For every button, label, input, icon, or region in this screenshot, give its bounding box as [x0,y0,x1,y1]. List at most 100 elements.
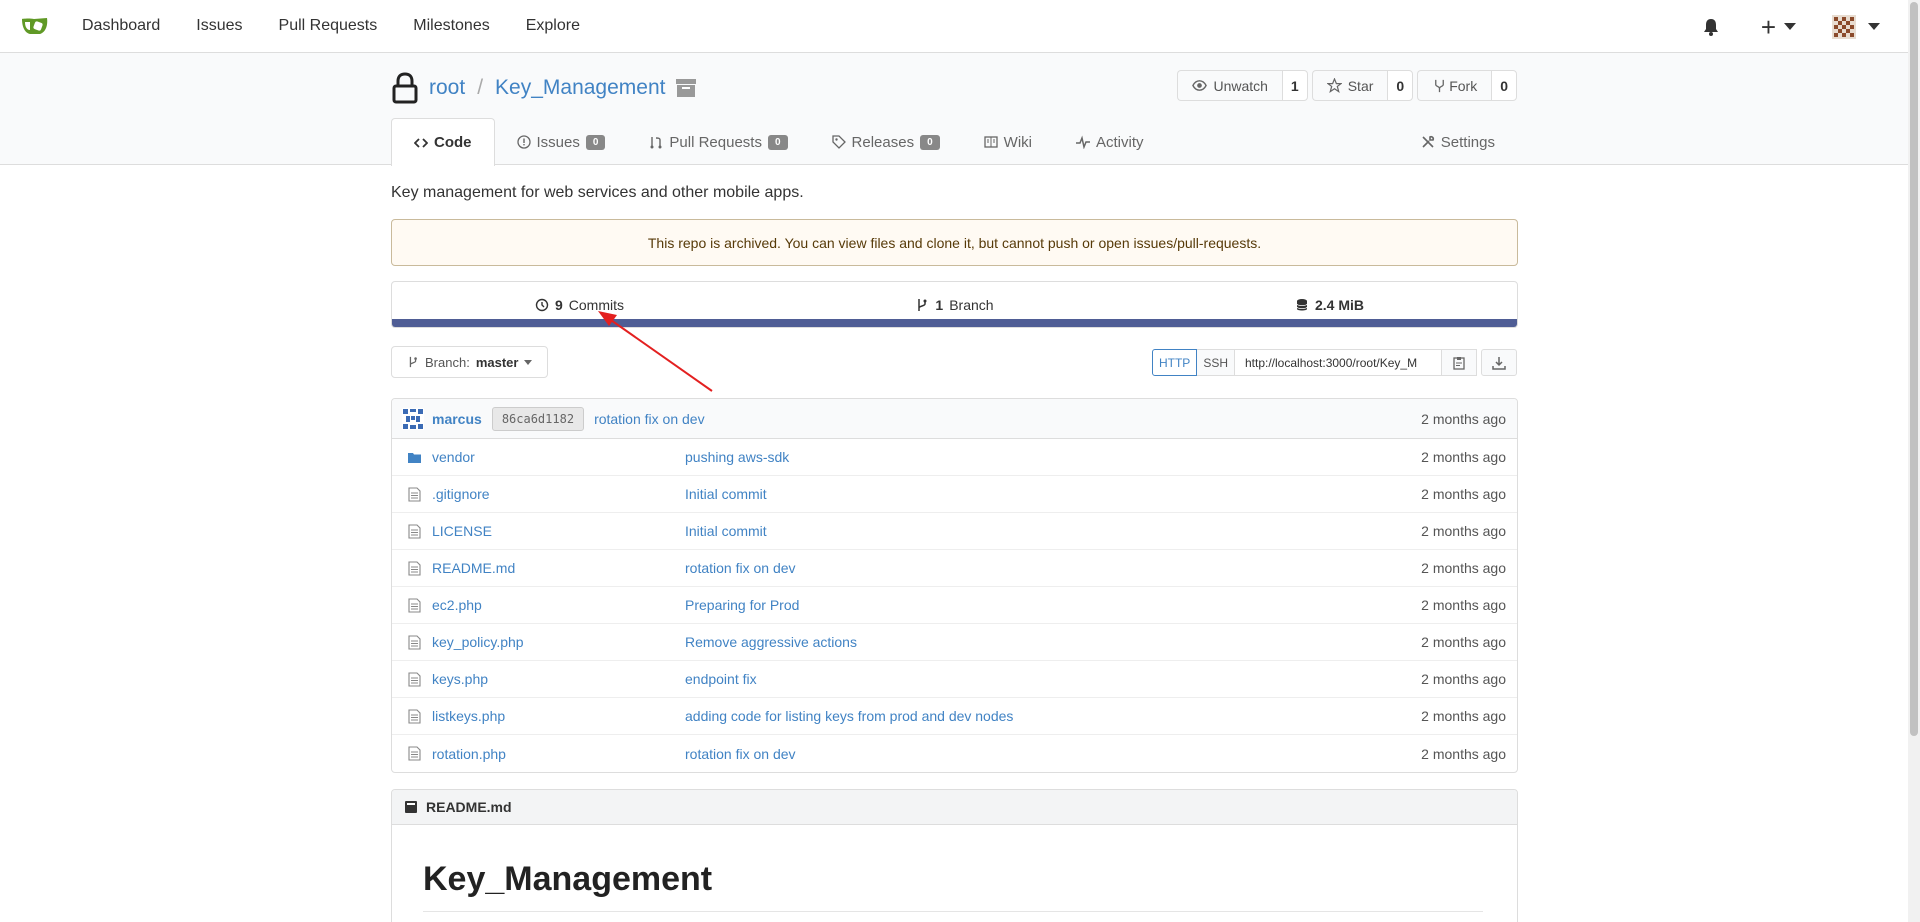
chevron-down-icon [524,359,533,365]
book-icon [405,801,417,813]
archive-icon [676,79,697,97]
file-name-link[interactable]: vendor [432,449,685,465]
file-time: 2 months ago [1421,634,1506,650]
commit-time: 2 months ago [1421,410,1506,427]
file-name-link[interactable]: LICENSE [432,523,685,539]
nav-explore[interactable]: Explore [508,17,598,35]
branch-prefix: Branch: [425,354,470,370]
clone-bar: HTTP SSH http://localhost:3000/root/Key_… [1151,349,1517,376]
file-name-link[interactable]: README.md [432,560,685,576]
tab-wiki[interactable]: Wiki [962,118,1054,166]
file-commit-link[interactable]: rotation fix on dev [685,746,796,762]
file-commit-link[interactable]: Preparing for Prod [685,597,799,613]
file-icon [408,746,421,761]
lock-icon [392,72,418,104]
file-name-link[interactable]: keys.php [432,671,685,687]
file-name-link[interactable]: key_policy.php [432,634,685,650]
file-row: .gitignore Initial commit 2 months ago [392,476,1517,513]
tab-pull-requests[interactable]: Pull Requests 0 [627,118,809,166]
file-name-link[interactable]: rotation.php [432,746,685,762]
clone-http-button[interactable]: HTTP [1151,349,1198,376]
branch-dropdown[interactable]: Branch: master [391,346,548,378]
file-time: 2 months ago [1421,523,1506,539]
create-new-menu[interactable]: + [1761,14,1796,40]
user-menu[interactable] [1796,14,1908,39]
file-icon [408,634,421,650]
file-name-link[interactable]: ec2.php [432,597,685,613]
download-button[interactable] [1481,349,1517,376]
tab-releases-label: Releases [851,133,915,151]
file-commit-link[interactable]: pushing aws-sdk [685,449,789,465]
file-commit-link[interactable]: adding code for listing keys from prod a… [685,708,1013,724]
commit-author-link[interactable]: marcus [432,411,482,427]
fork-count[interactable]: 0 [1491,70,1517,101]
file-commit-link[interactable]: rotation fix on dev [685,560,796,576]
tab-activity[interactable]: Activity [1054,118,1166,166]
nav-milestones[interactable]: Milestones [395,17,507,35]
nav-dashboard[interactable]: Dashboard [82,17,178,35]
branch-label: Branch [949,296,994,313]
file-row: vendor pushing aws-sdk 2 months ago [392,439,1517,476]
language-bar[interactable] [392,319,1517,327]
fork-group: Fork 0 [1417,70,1517,101]
nav-pull-requests[interactable]: Pull Requests [261,17,396,35]
tab-settings[interactable]: Settings [1399,118,1517,166]
repo-actions: Unwatch 1 Star 0 Fork 0 [1177,70,1517,101]
tag-icon [831,135,846,149]
fork-button[interactable]: Fork [1417,70,1492,101]
branch-name: master [475,354,519,370]
git-branch-icon [918,298,927,311]
readme-panel: README.md Key_Management [391,789,1518,922]
tab-issues-label: Issues [536,133,580,151]
top-navbar: Dashboard Issues Pull Requests Milestone… [0,0,1908,53]
notification-bell-icon[interactable] [1701,17,1721,37]
branch-stat[interactable]: 1 Branch [767,286,1142,324]
clone-ssh-button[interactable]: SSH [1197,349,1235,376]
commits-count: 9 [554,296,563,313]
scrollbar-thumb[interactable] [1910,2,1918,736]
fork-icon [1435,79,1445,93]
file-time: 2 months ago [1421,449,1506,465]
user-avatar [1832,14,1856,39]
watch-count[interactable]: 1 [1281,70,1308,101]
clone-url-input[interactable]: http://localhost:3000/root/Key_M [1235,349,1441,376]
star-count[interactable]: 0 [1387,70,1414,101]
star-button[interactable]: Star [1311,70,1388,101]
repo-owner-link[interactable]: root [429,76,465,100]
file-commit-link[interactable]: Initial commit [685,486,767,502]
file-name-link[interactable]: listkeys.php [432,708,685,724]
file-icon [408,597,421,613]
page-scrollbar[interactable] [1908,0,1920,922]
tab-code[interactable]: Code [391,118,495,166]
file-time: 2 months ago [1421,486,1506,502]
repo-name-link[interactable]: Key_Management [495,76,665,100]
readme-heading: Key_Management [423,860,713,898]
latest-commit-row: marcus 86ca6d1182 rotation fix on dev 2 … [392,399,1517,439]
tab-activity-label: Activity [1095,133,1144,151]
star-icon [1326,78,1342,93]
gitea-logo-icon[interactable] [20,15,50,37]
file-commit-link[interactable]: Remove aggressive actions [685,634,857,650]
file-row: ec2.php Preparing for Prod 2 months ago [392,587,1517,624]
file-name-link[interactable]: .gitignore [432,486,685,502]
commit-sha-button[interactable]: 86ca6d1182 [491,406,585,431]
file-commit-link[interactable]: endpoint fix [685,671,757,687]
file-row: key_policy.php Remove aggressive actions… [392,624,1517,661]
file-commit-link[interactable]: Initial commit [685,523,767,539]
tab-issues[interactable]: Issues 0 [495,118,628,166]
commits-label: Commits [568,296,625,313]
commits-stat[interactable]: 9 Commits [392,286,767,324]
tab-releases[interactable]: Releases 0 [810,118,962,166]
file-row: keys.php endpoint fix 2 months ago [392,661,1517,698]
nav-issues[interactable]: Issues [178,17,260,35]
branch-count: 1 [935,296,944,313]
file-time: 2 months ago [1421,708,1506,724]
unwatch-button[interactable]: Unwatch [1177,70,1282,101]
tab-code-label: Code [434,134,472,151]
unwatch-label: Unwatch [1213,77,1268,94]
file-icon [408,708,421,724]
repo-description: Key management for web services and othe… [391,184,804,201]
pulse-icon [1075,135,1090,149]
commit-message-link[interactable]: rotation fix on dev [594,411,705,427]
copy-url-button[interactable] [1441,349,1477,376]
